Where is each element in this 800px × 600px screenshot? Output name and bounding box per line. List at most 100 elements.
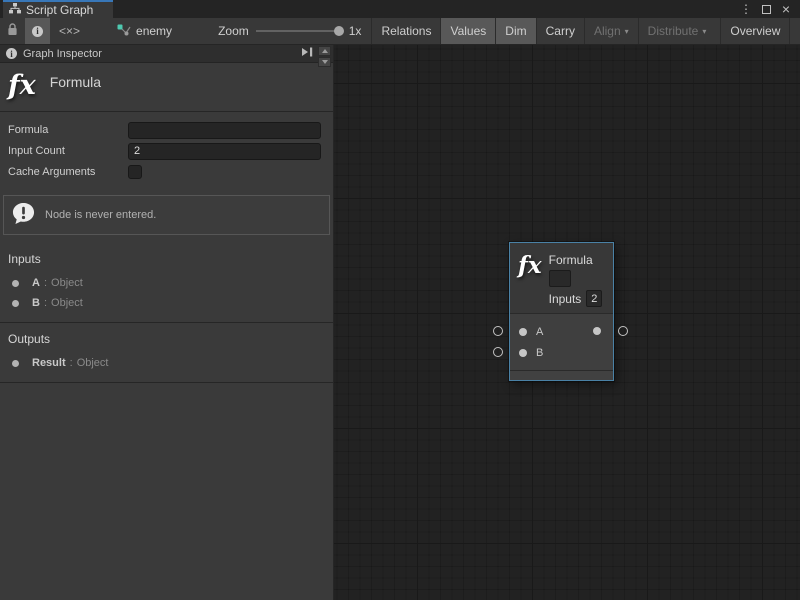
zoom-slider-knob[interactable]	[334, 26, 344, 36]
port-stub-result-icon[interactable]	[618, 326, 628, 336]
tab-script-graph[interactable]: Script Graph	[3, 0, 113, 18]
graph-inspector-panel: i Graph Inspector fx Formula	[0, 45, 334, 600]
input-port-b[interactable]	[519, 349, 527, 357]
dim-button[interactable]: Dim	[496, 18, 535, 44]
port-name: Result	[32, 357, 66, 369]
port-type: Object	[77, 357, 109, 369]
node-port-label: B	[536, 347, 543, 359]
graph-breadcrumb-label: enemy	[136, 24, 172, 38]
window-menu-icon[interactable]: ⋮	[738, 1, 754, 17]
unit-title-section: fx Formula	[0, 63, 333, 112]
outputs-section-title: Outputs	[0, 330, 333, 353]
info-icon: i	[32, 26, 43, 37]
code-preview-button[interactable]: <×>	[50, 18, 89, 44]
tab-title: Script Graph	[26, 3, 93, 17]
node-inputs-count[interactable]: 2	[586, 290, 602, 307]
full-screen-button[interactable]: Full Screen	[790, 18, 800, 44]
input-port-a[interactable]	[519, 328, 527, 336]
graph-canvas[interactable]: fx Formula Inputs 2 A	[334, 45, 800, 600]
graph-icon	[117, 24, 131, 39]
port-bullet-icon	[12, 300, 19, 307]
distribute-dropdown[interactable]: Distribute ▾	[639, 18, 716, 44]
node-port-row-b: B	[510, 342, 613, 363]
zoom-control: Zoom 1x	[208, 18, 371, 44]
relations-button[interactable]: Relations	[372, 18, 440, 44]
input-port-row-a: A : Object	[0, 273, 333, 293]
unit-fields: Formula Input Count Cache Arguments	[0, 112, 333, 190]
outputs-section: Outputs Result : Object	[0, 323, 333, 383]
output-port-result[interactable]	[593, 327, 601, 335]
node-formula-input[interactable]	[549, 270, 571, 287]
input-port-row-b: B : Object	[0, 293, 333, 313]
output-port-row-result: Result : Object	[0, 353, 333, 373]
input-count-input[interactable]	[128, 143, 321, 160]
port-colon: :	[44, 297, 47, 309]
port-bullet-icon	[12, 280, 19, 287]
warning-text: Node is never entered.	[45, 209, 156, 221]
zoom-slider[interactable]	[256, 30, 342, 32]
lock-icon	[7, 23, 18, 39]
port-name: A	[32, 277, 40, 289]
graph-inspector-title: Graph Inspector	[23, 48, 102, 60]
scroll-up-button[interactable]	[318, 46, 331, 56]
panel-scrollbar	[318, 46, 331, 67]
node-inputs-row: Inputs 2	[549, 290, 603, 307]
inputs-section-title: Inputs	[0, 250, 333, 273]
cache-arguments-checkbox[interactable]	[128, 165, 142, 179]
overview-button[interactable]: Overview	[721, 18, 789, 44]
graph-toolbar: i <×> enemy Zoom 1x Relatio	[0, 18, 800, 45]
formula-input[interactable]	[128, 122, 321, 139]
lock-button[interactable]	[0, 18, 25, 44]
info-icon: i	[6, 48, 17, 59]
formula-node-footer	[510, 370, 613, 380]
chevron-down-icon: ▾	[625, 27, 629, 36]
port-type: Object	[51, 277, 83, 289]
triangle-down-icon	[322, 60, 328, 64]
node-inputs-label: Inputs	[549, 292, 582, 306]
formula-field-row: Formula	[8, 121, 321, 139]
cache-arguments-field-row: Cache Arguments	[8, 163, 321, 181]
triangle-up-icon	[322, 49, 328, 53]
script-graph-icon	[9, 3, 21, 17]
unit-title: Formula	[50, 74, 101, 90]
formula-node-header: fx Formula Inputs 2	[510, 243, 613, 314]
port-stub-a-icon[interactable]	[493, 326, 503, 336]
warning-box: Node is never entered.	[3, 195, 330, 235]
toolbar-buttons: Relations Values Dim Carry Align ▾ Distr…	[371, 18, 800, 44]
inputs-section: Inputs A : Object B : Object	[0, 243, 333, 323]
tab-bar: Script Graph ⋮ ×	[0, 0, 800, 18]
align-dropdown[interactable]: Align ▾	[585, 18, 638, 44]
formula-field-label: Formula	[8, 124, 128, 136]
maximize-icon[interactable]	[758, 1, 774, 17]
chevron-down-icon: ▾	[702, 27, 706, 36]
formula-node-title: Formula	[549, 253, 603, 267]
main-area: i Graph Inspector fx Formula	[0, 45, 800, 600]
input-count-field-row: Input Count	[8, 142, 321, 160]
close-icon[interactable]: ×	[778, 1, 794, 17]
zoom-value: 1x	[349, 24, 362, 38]
cache-arguments-label: Cache Arguments	[8, 166, 128, 178]
input-count-label: Input Count	[8, 145, 128, 157]
values-button[interactable]: Values	[441, 18, 495, 44]
code-icon: <×>	[59, 24, 80, 38]
formula-node-body: A B	[510, 314, 613, 370]
graph-inspector-header: i Graph Inspector	[0, 45, 333, 63]
script-graph-window: Script Graph ⋮ × i <×>	[0, 0, 800, 600]
inspector-toggle-button[interactable]: i	[25, 18, 50, 44]
graph-breadcrumb[interactable]: enemy	[107, 18, 182, 44]
scroll-down-button[interactable]	[318, 57, 331, 67]
warning-icon	[12, 202, 35, 228]
node-port-label: A	[536, 326, 543, 338]
port-colon: :	[44, 277, 47, 289]
port-type: Object	[51, 297, 83, 309]
dock-panel-icon[interactable]	[301, 47, 313, 60]
formula-fx-icon: fx	[518, 253, 542, 313]
distribute-label: Distribute	[648, 24, 699, 38]
port-bullet-icon	[12, 360, 19, 367]
port-stub-b-icon[interactable]	[493, 347, 503, 357]
window-controls: ⋮ ×	[738, 0, 800, 18]
tab-bar-spacer	[113, 0, 738, 18]
port-name: B	[32, 297, 40, 309]
formula-node[interactable]: fx Formula Inputs 2 A	[509, 242, 614, 381]
carry-button[interactable]: Carry	[537, 18, 584, 44]
